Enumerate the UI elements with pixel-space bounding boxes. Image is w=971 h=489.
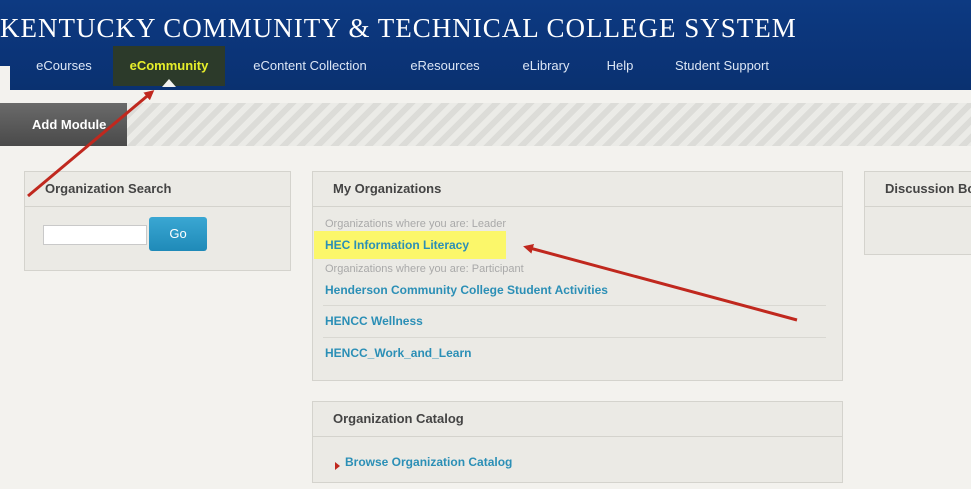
org-link-hec-information-literacy[interactable]: HEC Information Literacy [325, 238, 469, 252]
organization-search-module: Organization Search Go [24, 171, 291, 271]
main-nav: eCourses eCommunity eContent Collection … [0, 46, 971, 87]
nav-ecourses[interactable]: eCourses [20, 46, 108, 86]
browse-catalog-link[interactable]: Browse Organization Catalog [345, 455, 512, 469]
module-toolbar: Add Module [0, 103, 971, 146]
discussion-board-title: Discussion Bo [865, 172, 971, 207]
organization-catalog-module: Organization Catalog Browse Organization… [312, 401, 843, 483]
nav-eresources[interactable]: eResources [396, 46, 494, 86]
site-title: KENTUCKY COMMUNITY & TECHNICAL COLLEGE S… [0, 13, 797, 43]
organization-catalog-title: Organization Catalog [313, 402, 842, 437]
header-banner: KENTUCKY COMMUNITY & TECHNICAL COLLEGE S… [0, 0, 971, 90]
org-link-henderson-student-activities[interactable]: Henderson Community College Student Acti… [325, 283, 608, 297]
caret-right-icon [335, 462, 340, 470]
org-link-hencc-wellness[interactable]: HENCC Wellness [325, 314, 423, 328]
my-organizations-module: My Organizations Organizations where you… [312, 171, 843, 381]
organization-search-title: Organization Search [25, 172, 290, 207]
divider [323, 305, 826, 306]
organization-search-input[interactable] [43, 225, 147, 245]
nav-ecommunity[interactable]: eCommunity [113, 46, 225, 87]
org-link-hencc-work-and-learn[interactable]: HENCC_Work_and_Learn [325, 346, 471, 360]
tab-edge [0, 66, 10, 90]
participant-caption: Organizations where you are: Participant [325, 263, 524, 275]
nav-student-support[interactable]: Student Support [660, 46, 784, 86]
nav-econtent-collection[interactable]: eContent Collection [238, 46, 382, 86]
discussion-board-module: Discussion Bo [864, 171, 971, 255]
add-module-button[interactable]: Add Module [0, 103, 127, 146]
nav-elibrary[interactable]: eLibrary [510, 46, 582, 86]
nav-help[interactable]: Help [596, 46, 644, 86]
my-organizations-title: My Organizations [313, 172, 842, 207]
leader-caption: Organizations where you are: Leader [325, 218, 506, 230]
divider [323, 337, 826, 338]
go-button[interactable]: Go [149, 217, 207, 251]
